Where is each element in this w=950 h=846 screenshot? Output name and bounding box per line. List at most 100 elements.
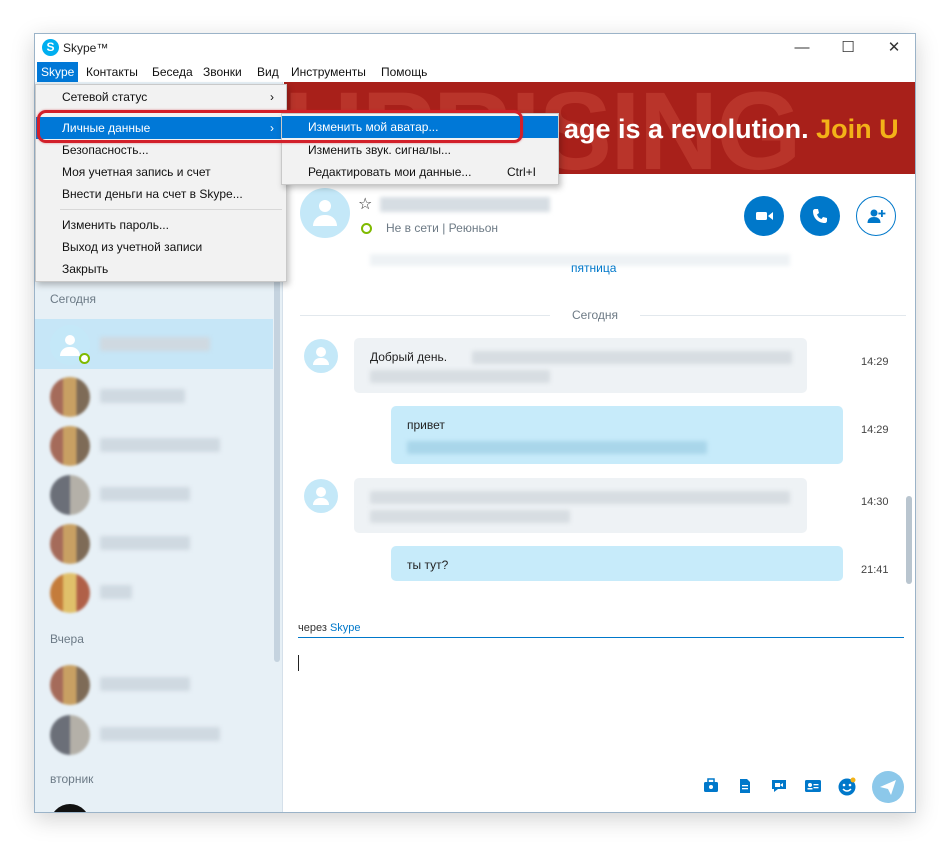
- title-bar: S Skype™ — ☐ ✕: [35, 34, 915, 62]
- menu-item-label: Внести деньги на счет в Skype...: [62, 187, 243, 201]
- menu-item-label: Изменить звук. сигналы...: [308, 143, 452, 157]
- avatar: [50, 715, 90, 755]
- personal-data-submenu: Изменить мой аватар... Изменить звук. си…: [281, 113, 559, 185]
- menu-tools[interactable]: Инструменты: [291, 62, 366, 82]
- send-contacts-icon[interactable]: [701, 777, 721, 797]
- menu-item-label: Выход из учетной записи: [62, 240, 203, 254]
- menu-item-label: Редактировать мои данные...: [308, 165, 472, 179]
- menu-conversation[interactable]: Беседа: [152, 62, 193, 82]
- menu-item-shortcut: Ctrl+I: [506, 165, 536, 179]
- contact-card-icon[interactable]: [803, 777, 823, 797]
- send-button[interactable]: [872, 771, 904, 803]
- contact-status: Не в сети | Реюньон: [386, 221, 498, 235]
- close-button[interactable]: ✕: [871, 34, 915, 62]
- menu-item-label: Сетевой статус: [62, 90, 148, 104]
- menu-item-change-sounds[interactable]: Изменить звук. сигналы...: [282, 139, 558, 161]
- contact-item[interactable]: [35, 469, 273, 519]
- via-prefix: через: [298, 622, 327, 634]
- message-bubble[interactable]: Добрый день.: [354, 338, 807, 393]
- menu-item-label: Моя учетная запись и счет: [62, 165, 211, 179]
- day-link-friday[interactable]: пятница: [571, 261, 616, 275]
- contact-item[interactable]: [35, 567, 273, 617]
- menu-calls[interactable]: Звонки: [203, 62, 242, 82]
- message-bubble[interactable]: привет: [391, 406, 843, 464]
- contact-item[interactable]: [35, 659, 273, 709]
- via-brand[interactable]: Skype: [330, 622, 361, 634]
- window-title: Skype™: [63, 41, 109, 55]
- separator-line: [640, 315, 906, 316]
- message-text-redacted: [407, 441, 707, 454]
- online-status-icon: [79, 353, 90, 364]
- video-call-button[interactable]: [744, 196, 784, 236]
- message-time: 14:29: [861, 424, 889, 436]
- contact-item[interactable]: [35, 518, 273, 568]
- status-separator: |: [442, 221, 446, 235]
- contact-item[interactable]: [35, 420, 273, 470]
- favorite-star-icon[interactable]: ☆: [358, 194, 372, 214]
- menu-item-close[interactable]: Закрыть: [36, 258, 286, 280]
- submenu-arrow-icon: ›: [270, 121, 274, 135]
- submenu-arrow-icon: ›: [270, 90, 274, 104]
- video-camera-icon: [756, 212, 773, 220]
- video-message-icon[interactable]: [769, 777, 789, 797]
- section-today: Сегодня: [50, 292, 96, 306]
- menu-item-sign-out[interactable]: Выход из учетной записи: [36, 236, 286, 258]
- avatar: [50, 475, 90, 515]
- messages-scrollbar[interactable]: [906, 496, 912, 584]
- message-text: Добрый день.: [370, 350, 448, 364]
- send-icon: [880, 780, 896, 795]
- menu-contacts[interactable]: Контакты: [86, 62, 138, 82]
- menu-skype[interactable]: Skype: [37, 62, 79, 82]
- menu-item-personal-data[interactable]: Личные данные ›: [36, 117, 286, 139]
- menu-item-change-avatar[interactable]: Изменить мой аватар...: [282, 116, 558, 138]
- menu-separator: [60, 209, 282, 210]
- add-participant-button[interactable]: [856, 196, 896, 236]
- menu-item-change-password[interactable]: Изменить пароль...: [36, 214, 286, 236]
- contact-item[interactable]: [35, 319, 273, 369]
- contact-item[interactable]: [35, 709, 273, 759]
- menu-item-label: Закрыть: [62, 262, 109, 276]
- message-text: ты тут?: [407, 558, 449, 572]
- menu-item-label: Личные данные: [62, 121, 151, 135]
- maximize-button[interactable]: ☐: [825, 34, 871, 62]
- contact-item[interactable]: [35, 371, 273, 421]
- menu-item-security[interactable]: Безопасность...: [36, 139, 286, 161]
- banner-join: Join U: [816, 114, 899, 144]
- avatar: [50, 573, 90, 613]
- menu-view[interactable]: Вид: [257, 62, 279, 82]
- menu-item-edit-profile[interactable]: Редактировать мои данные... Ctrl+I: [282, 161, 558, 183]
- contact-name-redacted: [100, 677, 190, 691]
- message-bubble[interactable]: [354, 478, 807, 533]
- message-text: привет: [407, 418, 445, 432]
- contact-name-redacted: [100, 585, 132, 599]
- message-text-redacted: [472, 351, 792, 364]
- message-input[interactable]: [298, 644, 904, 764]
- avatar: [50, 524, 90, 564]
- section-tuesday: вторник: [50, 772, 94, 786]
- conversation-header: ☆ Не в сети | Реюньон: [284, 174, 915, 254]
- send-file-icon[interactable]: [735, 777, 755, 797]
- audio-call-button[interactable]: [800, 196, 840, 236]
- menu-item-label: Безопасность...: [62, 143, 149, 157]
- contact-item[interactable]: [35, 798, 273, 812]
- menu-item-account[interactable]: Моя учетная запись и счет: [36, 161, 286, 183]
- contact-name-redacted: [100, 438, 220, 452]
- message-list[interactable]: пятница Сегодня Добрый день. 14:29 приве…: [284, 254, 915, 614]
- banner-headline: age is a revolution. Join U: [564, 114, 899, 145]
- contact-avatar[interactable]: [300, 188, 350, 238]
- banner-headline-main: age is a revolution.: [564, 114, 809, 144]
- contact-name-redacted: [380, 197, 550, 212]
- section-yesterday: Вчера: [50, 632, 84, 646]
- emoticons-icon[interactable]: [837, 777, 857, 797]
- avatar: [50, 804, 90, 812]
- message-bubble[interactable]: ты тут?: [391, 546, 843, 581]
- add-person-icon: [867, 209, 886, 223]
- menu-item-add-credit[interactable]: Внести деньги на счет в Skype...: [36, 183, 286, 205]
- skype-logo-icon: S: [42, 39, 59, 56]
- message-time: 21:41: [861, 564, 889, 576]
- menu-item-label: Изменить пароль...: [62, 218, 169, 232]
- minimize-button[interactable]: —: [779, 34, 825, 62]
- menu-help[interactable]: Помощь: [381, 62, 427, 82]
- menu-item-network-status[interactable]: Сетевой статус ›: [36, 86, 286, 108]
- sidebar-scrollbar[interactable]: [274, 242, 280, 662]
